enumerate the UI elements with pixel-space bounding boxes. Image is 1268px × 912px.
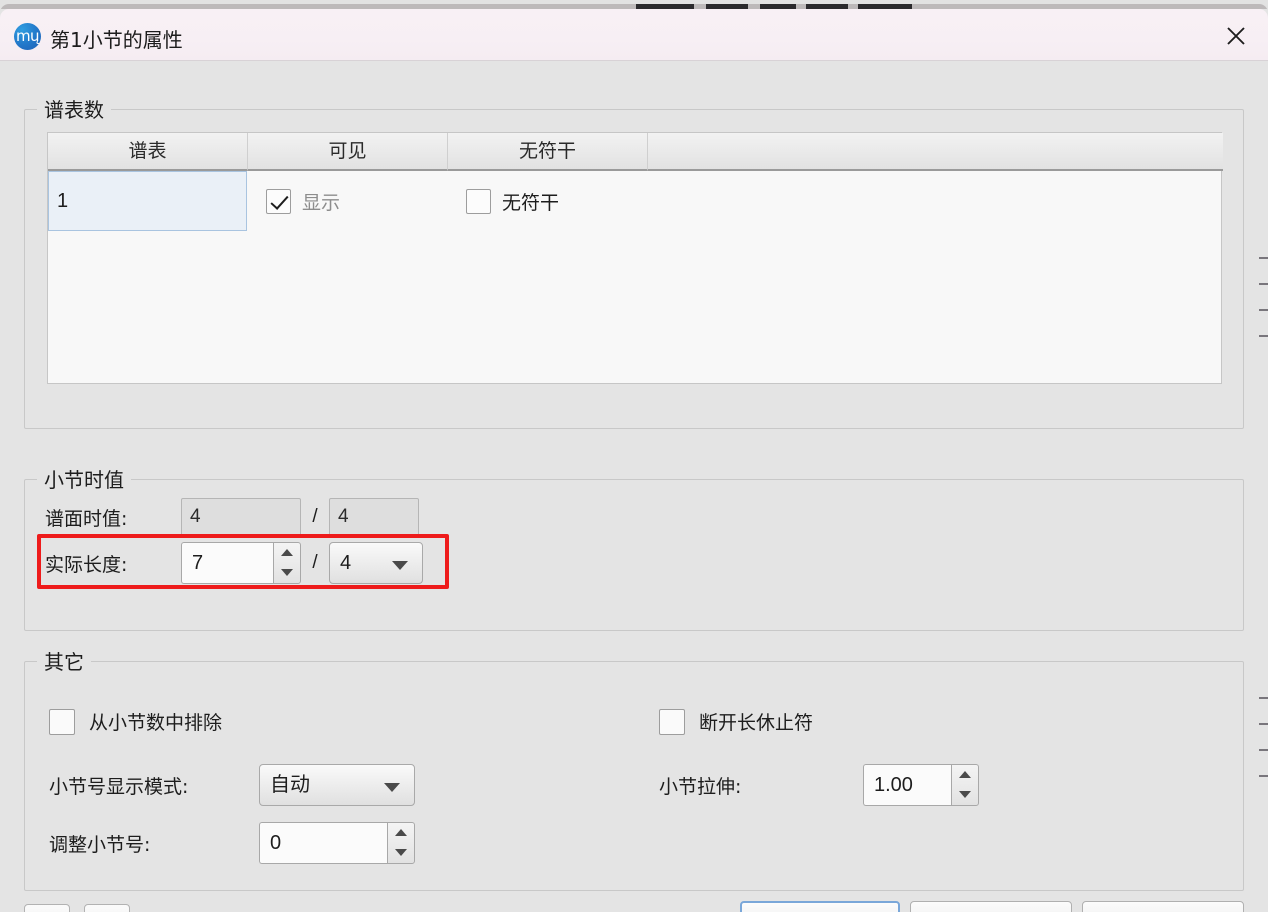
column-header-staff[interactable]: 谱表 <box>48 133 248 171</box>
background-artifact <box>1259 775 1268 777</box>
visible-checkbox[interactable] <box>266 188 291 214</box>
stepper-up-icon[interactable] <box>388 823 414 843</box>
measure-number-offset-value[interactable]: 0 <box>259 822 387 864</box>
next-measure-button[interactable] <box>84 904 130 912</box>
nominal-duration-label: 谱面时值: <box>45 507 128 530</box>
stepper-up-icon[interactable] <box>274 543 300 563</box>
measure-properties-dialog: mų 第1小节的属性 谱表数 谱表 可见 无符干 1 显示 无符干 小节时值 谱… <box>0 4 1268 912</box>
nominal-separator: / <box>312 506 318 527</box>
chevron-down-icon <box>392 561 408 570</box>
dialog-content: 谱表数 谱表 可见 无符干 1 显示 无符干 小节时值 谱面时值: 4 / 4 … <box>0 61 1268 912</box>
nominal-denominator-field: 4 <box>329 498 419 536</box>
background-artifact <box>1259 257 1268 259</box>
visible-label: 显示 <box>302 191 341 214</box>
stepper-down-icon[interactable] <box>274 563 300 583</box>
close-icon[interactable] <box>1204 9 1268 61</box>
staves-group-title: 谱表数 <box>37 94 111 123</box>
cell-visible[interactable]: 显示 <box>248 171 448 231</box>
actual-numerator-stepper[interactable] <box>273 542 301 584</box>
exclude-from-count-row[interactable]: 从小节数中排除 <box>49 708 222 735</box>
table-row[interactable]: 1 显示 无符干 <box>48 171 1221 231</box>
measure-stretch-row: 小节拉伸: 1.00 <box>659 764 979 806</box>
column-header-filler <box>648 133 1223 171</box>
numbering-mode-value: 自动 <box>270 774 310 796</box>
staves-group: 谱表数 谱表 可见 无符干 1 显示 无符干 <box>24 94 1244 429</box>
actual-numerator-spinbox[interactable]: 7 <box>181 542 301 584</box>
stepper-down-icon[interactable] <box>952 785 978 805</box>
actual-numerator-value[interactable]: 7 <box>181 542 273 584</box>
dialog-footer: OK Cancel Apply <box>0 899 1268 912</box>
dialog-title: 第1小节的属性 <box>50 28 183 52</box>
actual-duration-label: 实际长度: <box>45 553 128 576</box>
actual-duration-row: 实际长度: 7 / 4 <box>45 542 423 584</box>
column-header-visible[interactable]: 可见 <box>248 133 448 171</box>
numbering-mode-combobox[interactable]: 自动 <box>259 764 415 806</box>
measure-number-offset-label: 调整小节号: <box>49 833 151 856</box>
previous-measure-button[interactable] <box>24 904 70 912</box>
actual-denominator-value: 4 <box>340 552 352 574</box>
stepper-down-icon[interactable] <box>388 843 414 863</box>
break-multimeasure-rest-checkbox[interactable] <box>659 708 685 735</box>
actual-separator: / <box>312 552 318 573</box>
break-multimeasure-rest-label: 断开长休止符 <box>699 712 814 734</box>
measure-number-offset-row: 调整小节号: 0 <box>49 822 415 864</box>
other-group: 其它 从小节数中排除 小节号显示模式: 自动 调整小节号: 0 断开长休止符 小… <box>24 646 1244 891</box>
measure-duration-group: 小节时值 谱面时值: 4 / 4 实际长度: 7 / 4 <box>24 464 1244 631</box>
background-artifact <box>1259 749 1268 751</box>
stemless-checkbox[interactable] <box>466 188 491 214</box>
stepper-up-icon[interactable] <box>952 765 978 785</box>
numbering-mode-row: 小节号显示模式: 自动 <box>49 764 415 806</box>
staves-table[interactable]: 谱表 可见 无符干 1 显示 无符干 <box>47 132 1223 384</box>
nominal-duration-row: 谱面时值: 4 / 4 <box>45 498 419 536</box>
musescore-logo-icon: mų <box>14 23 41 50</box>
cancel-button[interactable]: Cancel <box>910 901 1072 912</box>
cell-staff-number[interactable]: 1 <box>48 171 247 231</box>
measure-stretch-label: 小节拉伸: <box>659 775 742 798</box>
actual-denominator-combobox[interactable]: 4 <box>329 542 423 584</box>
ok-button[interactable]: OK <box>740 901 900 912</box>
measure-stretch-value[interactable]: 1.00 <box>863 764 951 806</box>
background-artifact <box>1259 335 1268 337</box>
break-multimeasure-rest-row[interactable]: 断开长休止符 <box>659 708 813 735</box>
background-artifact <box>1259 283 1268 285</box>
stemless-label: 无符干 <box>502 191 560 214</box>
exclude-from-count-checkbox[interactable] <box>49 708 75 735</box>
offset-stepper[interactable] <box>387 822 415 864</box>
staves-table-header: 谱表 可见 无符干 <box>48 133 1223 171</box>
column-header-stemless[interactable]: 无符干 <box>448 133 648 171</box>
nominal-numerator-field: 4 <box>181 498 301 536</box>
measure-stretch-spinbox[interactable]: 1.00 <box>863 764 979 806</box>
background-artifact <box>1259 309 1268 311</box>
exclude-from-count-label: 从小节数中排除 <box>89 712 223 734</box>
background-artifact <box>1259 697 1268 699</box>
apply-button[interactable]: Apply <box>1082 901 1244 912</box>
measure-number-offset-spinbox[interactable]: 0 <box>259 822 415 864</box>
numbering-mode-label: 小节号显示模式: <box>49 775 189 798</box>
chevron-down-icon <box>384 783 400 792</box>
measure-duration-group-title: 小节时值 <box>37 464 131 493</box>
title-bar: mų 第1小节的属性 <box>0 9 1268 61</box>
other-group-title: 其它 <box>37 646 91 675</box>
cell-stemless[interactable]: 无符干 <box>448 171 648 231</box>
stretch-stepper[interactable] <box>951 764 979 806</box>
background-artifact <box>1259 723 1268 725</box>
